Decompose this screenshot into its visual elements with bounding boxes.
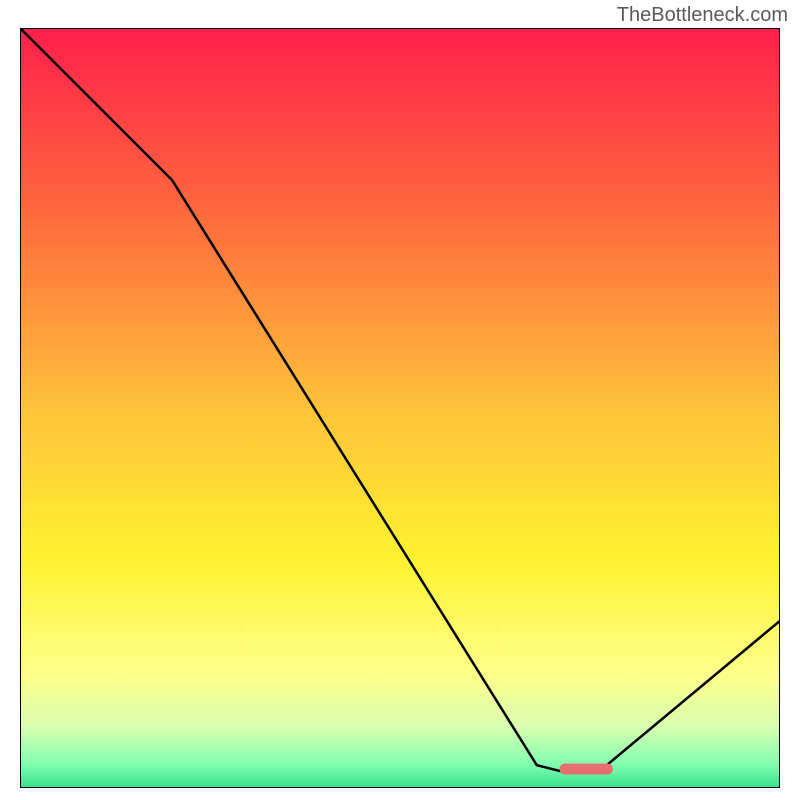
watermark-text: TheBottleneck.com [617, 4, 788, 27]
optimal-zone-marker [560, 764, 613, 775]
chart-container [20, 28, 780, 788]
chart-svg [20, 28, 780, 788]
